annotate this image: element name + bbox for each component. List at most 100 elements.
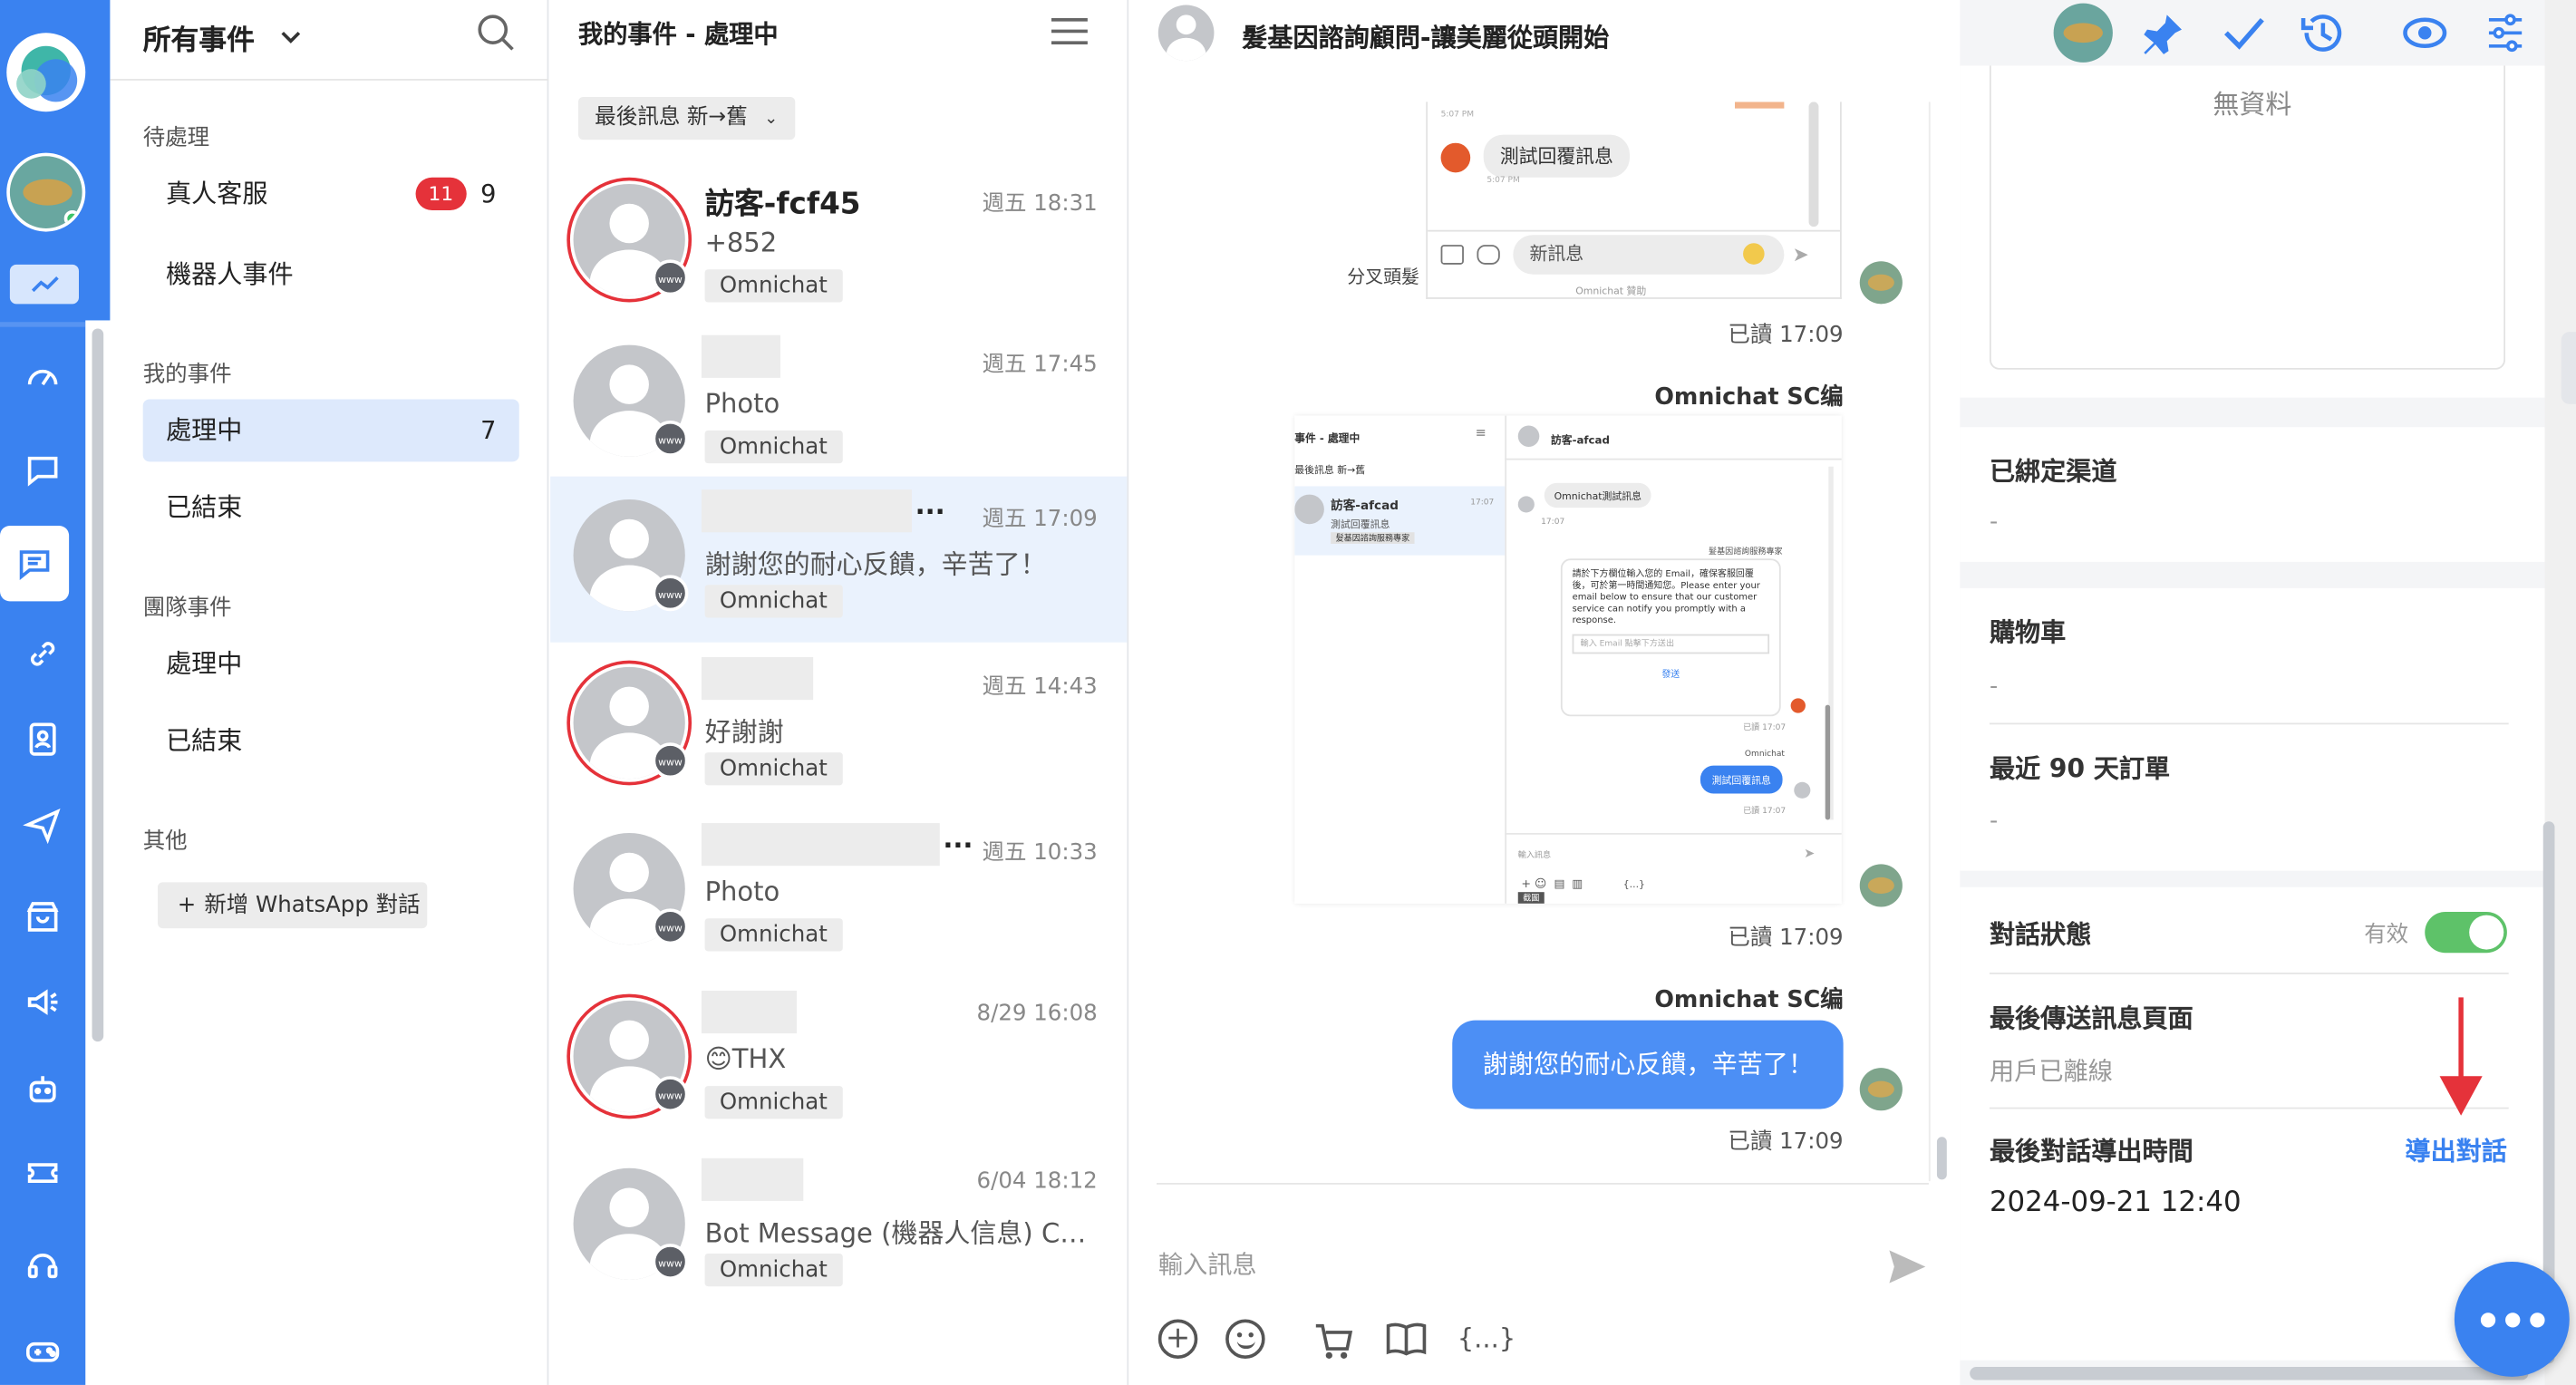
floating-chat-button[interactable] [2454, 1262, 2570, 1377]
conversation-time: 週五 10:33 [982, 839, 1098, 867]
shot1-time-2: 5:07 PM [1487, 175, 1520, 186]
shot2-item-time: 17:07 [1470, 498, 1495, 508]
conversation-item[interactable]: www 訪客-fcf45 週五 18:31 +852 Omnichat [550, 161, 1127, 327]
logo-icon[interactable] [6, 33, 86, 112]
support-icon[interactable] [14, 1235, 73, 1294]
screenshot-image-2[interactable]: 事件 - 處理中 ≡ 最後訊息 新→舊 訪客-afcad 17:07 測試回覆訊… [1294, 415, 1842, 904]
pin-icon[interactable] [2137, 10, 2186, 59]
conversation-time: 週五 17:09 [982, 506, 1098, 533]
screenshot-image-1[interactable]: 5:07 PM 測試回覆訊息 5:07 PM 新訊息 ➤ Omnichat 贊助 [1426, 102, 1842, 299]
contacts-icon[interactable] [14, 710, 73, 769]
shot2-t2: 已讀 17:07 [1743, 722, 1787, 733]
broadcast-icon[interactable] [14, 973, 73, 1031]
chat-scrollbar[interactable] [1936, 1137, 1947, 1180]
sort-dropdown[interactable]: 最後訊息 新→舊 ⌄ [578, 96, 795, 140]
bound-channel-value: - [1989, 508, 1999, 536]
nav-team-closed-label: 已結束 [166, 726, 243, 756]
add-attachment-icon[interactable]: + [1157, 1319, 1198, 1359]
web-channel-icon: www [652, 575, 689, 612]
more-dots-icon: ··· [943, 829, 973, 861]
bot-icon[interactable] [14, 1060, 73, 1119]
shot2-item-msg: 測試回覆訊息 [1331, 518, 1390, 531]
redacted-name [701, 657, 814, 701]
shot2-omni: Omnichat [1744, 749, 1785, 760]
rail-scrollbar[interactable] [92, 328, 104, 1042]
nav-my-processing[interactable]: 處理中 7 [142, 399, 519, 462]
view-eye-icon[interactable] [2400, 12, 2449, 54]
link-icon[interactable] [14, 625, 73, 683]
conversation-item[interactable]: www 週五 17:45 Photo Omnichat [550, 322, 1127, 488]
history-icon[interactable] [2297, 8, 2346, 57]
ticket-icon[interactable] [14, 1144, 73, 1203]
bot-icon [1477, 245, 1500, 265]
team-events-section-label: 團隊事件 [142, 595, 232, 622]
nav-team-closed[interactable]: 已結束 [143, 710, 519, 772]
send-icon[interactable] [1886, 1247, 1929, 1287]
conversation-time: 週五 17:45 [982, 351, 1098, 378]
web-channel-icon: www [652, 1076, 689, 1113]
pending-section-label: 待處理 [142, 124, 210, 151]
redacted-name [701, 990, 798, 1034]
nav-team-processing[interactable]: 處理中 [143, 633, 519, 695]
panel-collapse-handle[interactable] [2561, 332, 2576, 404]
nav-rail [0, 0, 86, 1385]
conversation-item[interactable]: www 8/29 16:08 😊THX Omnichat [550, 977, 1127, 1143]
nav-live-agent[interactable]: 真人客服 11 9 [143, 162, 519, 225]
add-whatsapp-button[interactable]: + 新增 WhatsApp 對話 [158, 882, 428, 929]
conversation-preview: Photo [704, 876, 780, 907]
shot2-input-ph: 輸入訊息 [1517, 850, 1552, 861]
menu-icon[interactable] [1050, 16, 1089, 46]
add-whatsapp-label: 新增 WhatsApp 對話 [204, 892, 421, 919]
export-conversation-link[interactable]: 導出對話 [2406, 1132, 2507, 1168]
analytics-icon[interactable] [9, 264, 79, 305]
settings-sliders-icon[interactable] [2484, 12, 2527, 54]
chat-icon[interactable] [14, 441, 73, 499]
last-page-value: 用戶已離線 [1989, 1056, 2113, 1087]
product-cart-icon[interactable] [1311, 1319, 1353, 1361]
info-panel: 無資料 已綁定渠道 - 購物車 - 最近 90 天訂單 - 對話狀態 有效 最後… [1960, 0, 2576, 1385]
conversation-item[interactable]: www 週五 14:43 好謝謝 Omnichat [550, 644, 1127, 810]
last-page-label: 最後傳送訊息頁面 [1989, 1003, 2193, 1034]
variable-code-icon[interactable]: {...} [1457, 1322, 1516, 1353]
conversation-item[interactable]: www ··· 週五 10:33 Photo Omnichat [550, 810, 1127, 976]
agent-avatar[interactable] [2053, 3, 2113, 63]
status-toggle[interactable] [2425, 911, 2507, 954]
dashboard-icon[interactable] [14, 348, 73, 407]
web-channel-icon: www [652, 421, 689, 457]
chat-active-icon[interactable] [0, 526, 70, 602]
conversation-time: 週五 14:43 [982, 673, 1098, 701]
horizontal-scrollbar[interactable] [1970, 1367, 2529, 1380]
bound-channel-card: 已綁定渠道 - [1960, 427, 2545, 562]
conversation-name: 訪客-fcf45 [704, 187, 861, 222]
conversation-preview: 😊THX [704, 1042, 787, 1075]
chevron-down-icon [281, 31, 301, 44]
conversation-item[interactable]: www 6/04 18:12 Bot Message (機器人信息) Carouse… [550, 1145, 1127, 1311]
message-input[interactable]: 輸入訊息 [1158, 1247, 1257, 1282]
nav-my-closed[interactable]: 已結束 [143, 477, 519, 539]
emoji-icon[interactable] [1225, 1319, 1265, 1359]
shot1-time-1: 5:07 PM [1440, 110, 1475, 121]
orders-label: 最近 90 天訂單 [1989, 753, 2171, 784]
shot2-brand: 髮基因諮詢服務專家 [1709, 547, 1783, 557]
store-icon[interactable] [14, 887, 73, 946]
read-receipt: 已讀 17:09 [1728, 322, 1844, 349]
conversation-item[interactable]: www ··· 週五 17:09 謝謝您的耐心反饋，辛苦了！ Omnichat [550, 476, 1128, 643]
chevron-down-icon: ⌄ [764, 110, 779, 129]
knowledge-book-icon[interactable] [1385, 1319, 1428, 1359]
user-avatar[interactable] [6, 152, 86, 232]
plus-icon: + [177, 892, 197, 919]
export-time-value: 2024-09-21 12:40 [1989, 1186, 2242, 1219]
shot2-item-tag: 髮基因諮詢服務專家 [1331, 532, 1415, 544]
nav-bot-events[interactable]: 機器人事件 [143, 243, 519, 305]
shot2-email-input: 輸入 Email 點擊下方送出 [1572, 634, 1770, 654]
all-events-dropdown[interactable]: 所有事件 [143, 16, 301, 57]
no-data-card: 無資料 [1960, 65, 2545, 398]
channel-tag: Omnichat [704, 1086, 843, 1119]
search-icon[interactable] [475, 12, 518, 54]
send-icon[interactable] [14, 795, 73, 854]
conversation-preview: Photo [704, 387, 780, 420]
resolve-check-icon[interactable] [2222, 14, 2268, 53]
game-icon[interactable] [14, 1321, 73, 1380]
conversation-list-panel: 我的事件 - 處理中 最後訊息 新→舊 ⌄ www 訪客-fcf45 週五 18:3… [550, 0, 1129, 1385]
agent-message-bubble: 謝謝您的耐心反饋，辛苦了！ [1453, 1020, 1844, 1109]
